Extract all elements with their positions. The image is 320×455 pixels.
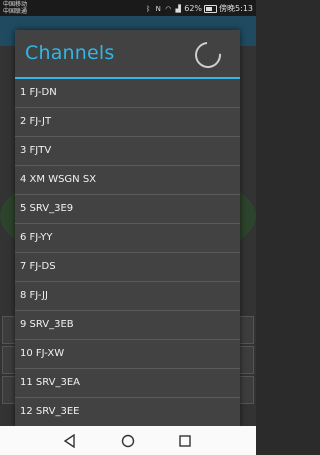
back-button[interactable]: [62, 433, 78, 449]
carrier-1: 中国移动: [3, 1, 28, 8]
status-icons: ᛒ N ◠ ▟ 62% 傍晚5:13: [144, 3, 253, 14]
carrier-2: 中国联通: [3, 8, 28, 15]
channel-item[interactable]: 10 FJ-XW: [15, 340, 240, 369]
recents-button[interactable]: [177, 433, 193, 449]
battery-icon: [204, 4, 218, 13]
channel-item[interactable]: 7 FJ-DS: [15, 253, 240, 282]
home-icon: [121, 434, 135, 448]
navigation-bar: [0, 426, 256, 455]
battery-percent: 62%: [184, 4, 203, 13]
home-button[interactable]: [120, 433, 136, 449]
channels-dialog: Channels 1 FJ-DN 2 FJ-JT 3 FJTV 4 XM WSG…: [15, 30, 240, 427]
channel-item[interactable]: 12 SRV_3EE: [15, 398, 240, 427]
channel-item[interactable]: 9 SRV_3EB: [15, 311, 240, 340]
carrier-labels: 中国移动 中国联通: [3, 1, 27, 15]
channel-item[interactable]: 2 FJ-JT: [15, 108, 240, 137]
status-bar: 中国移动 中国联通 ᛒ N ◠ ▟ 62% 傍晚5:13: [0, 0, 256, 16]
wifi-icon: ◠: [165, 4, 172, 13]
channel-item[interactable]: 5 SRV_3E9: [15, 195, 240, 224]
channel-item[interactable]: 1 FJ-DN: [15, 79, 240, 108]
loading-spinner-icon: [189, 36, 227, 74]
signal-icon: ▟: [175, 4, 181, 13]
recents-icon: [179, 435, 191, 447]
dialog-title: Channels: [25, 42, 115, 64]
clock: 傍晚5:13: [219, 4, 253, 13]
channel-item[interactable]: 8 FJ-JJ: [15, 282, 240, 311]
channel-item[interactable]: 6 FJ-YY: [15, 224, 240, 253]
dialog-header: Channels: [15, 30, 240, 77]
back-icon: [63, 434, 75, 448]
channel-item[interactable]: 11 SRV_3EA: [15, 369, 240, 398]
nfc-icon: N: [155, 4, 161, 13]
channel-list: 1 FJ-DN 2 FJ-JT 3 FJTV 4 XM WSGN SX 5 SR…: [15, 79, 240, 427]
channel-item[interactable]: 3 FJTV: [15, 137, 240, 166]
channel-item[interactable]: 4 XM WSGN SX: [15, 166, 240, 195]
bluetooth-icon: ᛒ: [146, 4, 151, 13]
